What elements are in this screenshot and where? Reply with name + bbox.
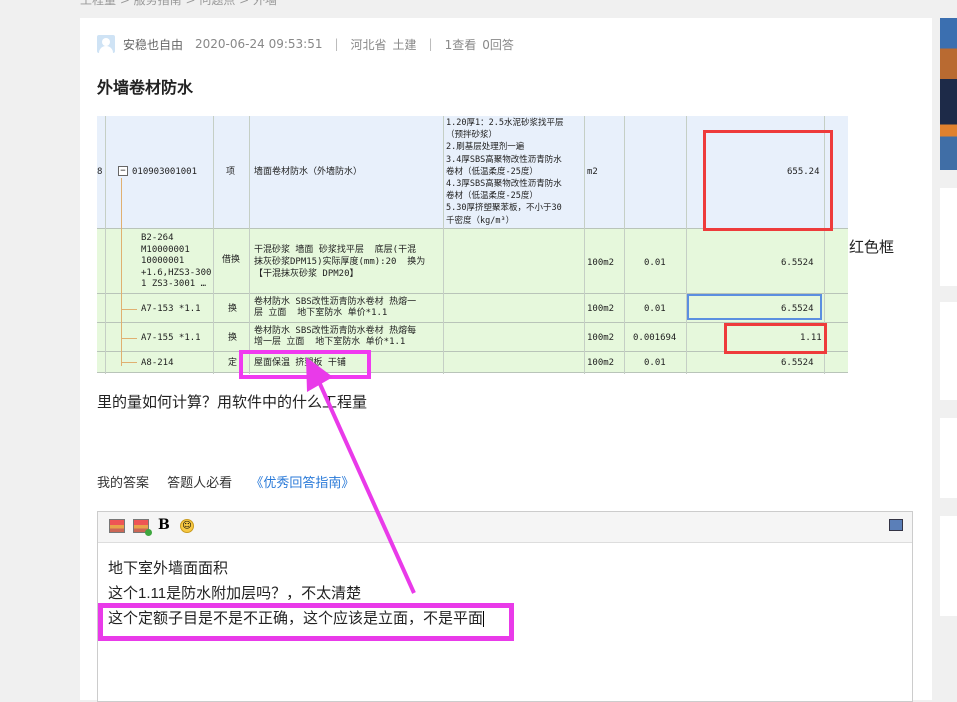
category: 土建 (392, 37, 417, 52)
grid-line (105, 116, 106, 374)
item-name: 墙面卷材防水（外墙防水） (254, 167, 363, 177)
item-unit: m2 (587, 167, 598, 177)
image-icon[interactable] (109, 519, 125, 533)
table-row (97, 352, 848, 373)
item-desc: 1.20厚1：2.5水泥砂浆找平层 （预拌砂浆） 2.刷基层处理剂一遍 3.4厚… (446, 118, 564, 226)
item-code: B2-264 M10000001 10000001 +1.6,HZS3-300 … (141, 233, 212, 289)
tree-line (121, 309, 137, 310)
breadcrumb[interactable]: 工程量 > 服务指南 > 问题点 > 外墙 (80, 0, 277, 8)
question-text: 里的量如何计算？用软件中的什么工程量 (97, 393, 368, 411)
item-kind: 定 (228, 358, 238, 368)
side-banner-image[interactable] (940, 18, 957, 170)
item-name: 卷材防水 SBS改性沥青防水卷材 热熔每 增一层 立面 地下室防水 单价*1.1 (254, 326, 417, 347)
grid-line (213, 116, 214, 374)
grid-line (686, 116, 687, 374)
top-strip: 工程量 > 服务指南 > 问题点 > 外墙 (0, 0, 957, 12)
tree-line (121, 362, 137, 363)
bold-icon[interactable]: B (158, 517, 174, 533)
editor-toolbar: B ☺ (98, 512, 912, 543)
magenta-highlight-box (239, 350, 371, 379)
item-qty: 6.5524 (781, 358, 814, 368)
view-count: 1查看 (444, 37, 477, 52)
answer-guide-link[interactable]: 《优秀回答指南》 (250, 476, 354, 491)
must-see-link[interactable]: 答题人必看 (167, 476, 232, 491)
red-highlight-box (724, 323, 827, 354)
collapse-icon[interactable]: − (118, 166, 128, 176)
item-coef: 0.01 (644, 358, 666, 368)
item-name: 干混砂浆 墙面 砂浆找平层 底层(干混 抹灰砂浆DPM15)实际厚度(mm):2… (254, 245, 426, 279)
item-coef: 0.01 (644, 258, 666, 268)
grid-line (443, 116, 444, 374)
author-name[interactable]: 安稳也自由 (123, 36, 183, 53)
side-panel (940, 188, 957, 286)
side-panel (940, 418, 957, 498)
item-code: A7-153 *1.1 (141, 304, 201, 314)
location: 河北省 (350, 37, 387, 52)
upload-image-icon[interactable] (133, 519, 152, 536)
item-kind: 换 (228, 333, 238, 343)
item-unit: 100m2 (587, 333, 615, 343)
selected-cell[interactable] (687, 294, 822, 320)
item-name: 卷材防水 SBS改性沥青防水卷材 热熔一 层 立面 地下室防水 单价*1.1 (254, 297, 417, 318)
item-qty: 6.5524 (781, 258, 814, 268)
divider: | (428, 37, 433, 51)
magenta-highlight-box (98, 603, 514, 641)
question-text-tail: 红色框 (849, 238, 895, 256)
side-panel (940, 302, 957, 400)
grid-line (584, 116, 585, 374)
side-panel (940, 516, 957, 616)
item-unit: 100m2 (587, 304, 615, 314)
avatar[interactable] (97, 35, 115, 53)
source-view-icon[interactable] (889, 519, 903, 531)
grid-line (624, 116, 625, 374)
item-unit: 100m2 (587, 358, 615, 368)
answer-line: 地下室外墙面面积 (108, 560, 229, 577)
divider: | (334, 37, 339, 51)
item-kind: 借换 (222, 255, 241, 265)
item-coef: 0.001694 (633, 333, 677, 343)
item-code: A8-214 (141, 358, 174, 368)
answer-count: 0回答 (482, 37, 514, 52)
post-time: 2020-06-24 09:53:51 (195, 37, 323, 51)
my-answer-label: 我的答案 (97, 476, 150, 491)
red-highlight-box (703, 130, 833, 231)
answer-header: 我的答案 答题人必看 《优秀回答指南》 (97, 472, 368, 491)
grid-line (249, 116, 250, 374)
item-code: 010903001001 (132, 167, 198, 177)
row-marker: 8 (97, 167, 103, 177)
post-meta: 安稳也自由 2020-06-24 09:53:51 | 河北省 土建 | 1查看… (97, 34, 526, 54)
emoji-icon[interactable]: ☺ (180, 519, 194, 533)
item-kind: 项 (226, 167, 236, 177)
item-code: A7-155 *1.1 (141, 333, 201, 343)
page-title: 外墙卷材防水 (97, 78, 194, 97)
item-kind: 换 (228, 304, 238, 314)
item-unit: 100m2 (587, 258, 615, 268)
item-coef: 0.01 (644, 304, 666, 314)
tree-line (121, 338, 137, 339)
